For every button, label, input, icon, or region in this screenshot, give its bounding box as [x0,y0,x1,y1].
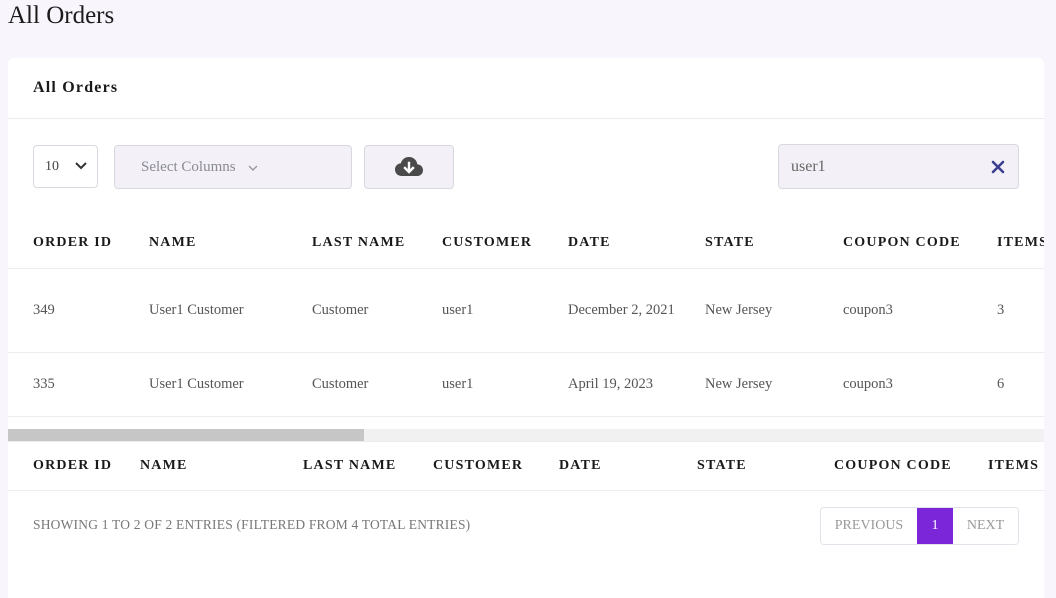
card-title: All Orders [33,79,119,96]
pagination: PREVIOUS 1 NEXT [820,507,1019,545]
cell-name: User1 Customer [149,376,244,392]
table-row: 349 User1 Customer Customer user1 Decemb… [8,269,1044,353]
previous-page-button[interactable]: PREVIOUS [821,508,917,544]
footer-header-items[interactable]: ITEMS [988,442,1039,490]
page-length-value: 10 [45,158,59,174]
footer-header-order-id[interactable]: ORDER ID [33,442,112,490]
footer-header-last-name[interactable]: LAST NAME [303,442,396,490]
cell-items: 6 [997,376,1005,392]
cell-state: New Jersey [705,376,773,392]
chevron-down-icon [75,162,87,170]
cell-name: User1 Customer [149,302,244,318]
footer-header-coupon-code[interactable]: COUPON CODE [834,442,952,490]
cell-last-name: Customer [312,302,369,318]
next-page-button[interactable]: NEXT [953,508,1018,544]
footer-header-date[interactable]: DATE [559,442,602,490]
cloud-download-icon [395,157,423,176]
cell-date: April 19, 2023 [568,376,653,392]
footer-header-customer[interactable]: CUSTOMER [433,442,523,490]
select-columns-dropdown[interactable]: Select Columns [114,145,352,189]
card-header: All Orders [8,58,1044,119]
cell-state: New Jersey [705,302,773,318]
cell-last-name: Customer [312,376,369,392]
horizontal-scrollbar[interactable] [8,429,1044,441]
orders-card: All Orders 10 Select Columns user1 ORDER… [8,58,1044,598]
header-coupon-code[interactable]: COUPON CODE [843,218,961,268]
search-box [778,144,1019,189]
footer-header-name[interactable]: NAME [140,442,188,490]
cell-items: 3 [997,302,1005,318]
table-footer-row: ORDER ID NAME LAST NAME CUSTOMER DATE ST… [8,441,1044,491]
download-button[interactable] [364,145,454,189]
header-order-id[interactable]: ORDER ID [33,218,112,268]
cell-coupon-code: coupon3 [843,302,893,318]
chevron-down-icon [248,165,258,171]
header-customer[interactable]: CUSTOMER [442,218,532,268]
cell-date: December 2, 2021 [568,269,678,352]
cell-order-id: 349 [33,302,55,318]
page-title: All Orders [8,2,115,29]
cell-date-text: December 2, 2021 [568,302,675,318]
header-name[interactable]: NAME [149,218,197,268]
orders-table: ORDER ID NAME LAST NAME CUSTOMER DATE ST… [8,218,1044,417]
table-toolbar: 10 Select Columns [8,144,1044,190]
cell-order-id: 335 [33,376,55,392]
header-state[interactable]: STATE [705,218,755,268]
table-footer-header: ORDER ID NAME LAST NAME CUSTOMER DATE ST… [8,441,1044,491]
select-columns-label: Select Columns [141,158,236,175]
table-header-row: ORDER ID NAME LAST NAME CUSTOMER DATE ST… [8,218,1044,269]
header-last-name[interactable]: LAST NAME [312,218,405,268]
cell-customer: user1 [442,376,474,392]
table-row: 335 User1 Customer Customer user1 April … [8,353,1044,417]
footer-header-state[interactable]: STATE [697,442,747,490]
table-info: SHOWING 1 TO 2 OF 2 ENTRIES (FILTERED FR… [33,517,471,532]
header-date[interactable]: DATE [568,218,611,268]
cell-customer: user1 [442,302,474,318]
cell-coupon-code: coupon3 [843,376,893,392]
page-1-button[interactable]: 1 [917,508,953,544]
header-items[interactable]: ITEMS [997,218,1044,268]
search-input[interactable] [779,145,979,188]
scrollbar-thumb[interactable] [8,429,364,441]
page-length-select[interactable]: 10 [33,145,98,188]
close-icon[interactable] [990,159,1006,175]
